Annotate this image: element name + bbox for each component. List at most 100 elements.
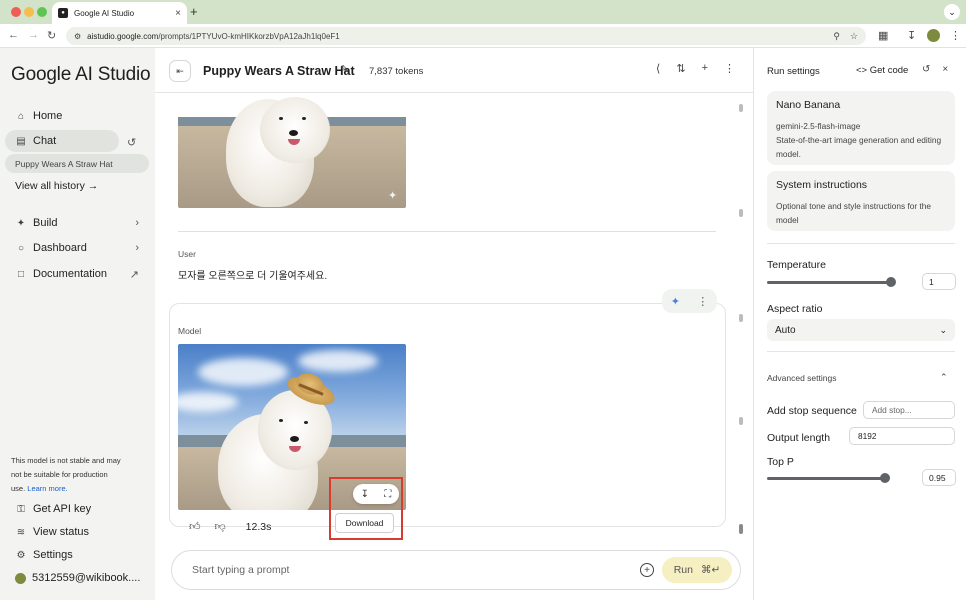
left-sidebar: Google AI Studio ⌂ Home ▤ Chat ↺ Puppy W… xyxy=(0,48,155,600)
close-panel-icon[interactable]: × xyxy=(942,64,948,75)
aspect-ratio-select[interactable]: Auto ⌄ xyxy=(767,319,955,341)
chevron-right-icon: › xyxy=(135,217,139,229)
tab-search-chevron-icon[interactable]: ⌄ xyxy=(944,4,960,20)
thumbs-up-icon[interactable]: 👍︎ xyxy=(189,520,201,533)
divider xyxy=(767,243,955,244)
prompt-input[interactable] xyxy=(192,564,612,576)
model-id: gemini-2.5-flash-image xyxy=(776,121,861,131)
system-instructions-card[interactable]: System instructions Optional tone and st… xyxy=(767,171,955,231)
dog-eye xyxy=(279,117,283,120)
minimize-window-button[interactable] xyxy=(24,7,34,17)
reset-icon[interactable]: ↺ xyxy=(922,64,930,75)
model-selector-card[interactable]: Nano Banana gemini-2.5-flash-image State… xyxy=(767,91,955,165)
system-instructions-title: System instructions xyxy=(776,179,868,191)
brand-logo[interactable]: Google AI Studio xyxy=(11,64,151,86)
get-code-button[interactable]: <> Get code xyxy=(856,65,908,76)
compare-icon[interactable]: ⇅ xyxy=(676,62,685,75)
sidebar-item-api-key[interactable]: ⚿ Get API key xyxy=(5,498,149,520)
model-role-label: Model xyxy=(178,326,202,336)
share-icon[interactable]: ⟨ xyxy=(656,62,660,75)
new-tab-icon[interactable]: + xyxy=(190,4,198,19)
toggle-sidebar-button[interactable]: ⇤ xyxy=(169,60,191,82)
top-p-slider[interactable] xyxy=(767,477,885,480)
advanced-settings-toggle[interactable]: Advanced settings xyxy=(767,373,836,383)
forward-arrow-icon[interactable]: → xyxy=(28,29,39,41)
site-settings-icon[interactable]: ⚙ xyxy=(74,32,81,41)
top-p-slider-handle[interactable] xyxy=(880,473,890,483)
header-actions: ⟨ ⇅ + ⋮ xyxy=(656,62,735,75)
url-domain: aistudio.google.com xyxy=(87,31,159,41)
stop-sequence-label: Add stop sequence xyxy=(767,405,857,417)
edit-pencil-icon[interactable]: ✎ xyxy=(340,63,349,76)
home-icon: ⌂ xyxy=(17,110,25,122)
back-arrow-icon[interactable]: ← xyxy=(8,29,19,41)
document-icon: □ xyxy=(17,268,25,280)
image-cloud xyxy=(198,358,288,386)
message-divider xyxy=(178,231,716,232)
settings-gear-icon: ⚙ xyxy=(16,549,26,561)
browser-menu-icon[interactable]: ⋮ xyxy=(950,29,961,42)
stop-sequence-input[interactable]: Add stop... xyxy=(863,401,955,419)
browser-tab[interactable]: ● Google AI Studio × xyxy=(52,2,187,24)
system-instructions-desc: Optional tone and style instructions for… xyxy=(776,201,931,225)
chevron-down-icon: ⌄ xyxy=(939,324,947,335)
token-count: 7,837 tokens xyxy=(369,66,424,77)
history-item-puppy[interactable]: Puppy Wears A Straw Hat xyxy=(5,154,149,173)
code-brackets-icon: <> xyxy=(856,65,868,76)
url-field[interactable]: ⚙ aistudio.google.com/prompts/1PTYUvO-km… xyxy=(66,27,866,45)
sidebar-item-settings[interactable]: ⚙ Settings xyxy=(5,544,149,566)
aspect-ratio-label: Aspect ratio xyxy=(767,303,823,315)
sidebar-item-account[interactable]: 5312559@wikibook.... xyxy=(5,567,149,589)
temperature-slider-handle[interactable] xyxy=(886,277,896,287)
generated-image-previous[interactable]: ✦ xyxy=(178,97,406,208)
maximize-window-button[interactable] xyxy=(37,7,47,17)
chevron-up-icon[interactable]: ⌃ xyxy=(940,372,948,383)
sidebar-item-dashboard[interactable]: ○ Dashboard › xyxy=(5,237,149,259)
image-cloud xyxy=(298,350,378,372)
learn-more-link[interactable]: Learn more. xyxy=(27,484,67,493)
run-button[interactable]: Run ⌘↵ xyxy=(662,557,732,583)
new-chat-plus-icon[interactable]: + xyxy=(702,62,708,75)
thumbs-down-icon[interactable]: 👎︎ xyxy=(215,520,226,533)
bookmark-star-icon[interactable]: ☆ xyxy=(850,31,858,42)
scroll-marker[interactable] xyxy=(739,104,743,112)
sidebar-item-view-status[interactable]: ≋ View status xyxy=(5,521,149,543)
prompt-bar: + Run ⌘↵ xyxy=(171,550,741,590)
output-length-input[interactable]: 8192 xyxy=(849,427,955,445)
sidebar-item-label: Chat xyxy=(33,135,57,147)
browser-profile-avatar[interactable] xyxy=(927,29,940,42)
sidebar-item-documentation[interactable]: □ Documentation ↗ xyxy=(5,263,149,285)
view-all-history-link[interactable]: View all history → xyxy=(15,180,98,192)
close-window-button[interactable] xyxy=(11,7,21,17)
chat-scrollbar[interactable] xyxy=(739,104,743,536)
response-more-icon[interactable]: ⋮ xyxy=(697,295,708,308)
sidebar-item-chat[interactable]: ▤ Chat xyxy=(5,130,119,152)
run-label: Run xyxy=(673,564,693,576)
close-tab-icon[interactable]: × xyxy=(175,8,181,19)
sidebar-item-build[interactable]: ✦ Build › xyxy=(5,212,149,234)
top-p-input[interactable]: 0.95 xyxy=(922,469,956,486)
page-title[interactable]: Puppy Wears A Straw Hat xyxy=(203,64,355,78)
extensions-puzzle-icon[interactable]: ▦ xyxy=(878,29,888,42)
zoom-icon[interactable]: ⚲ xyxy=(833,31,840,42)
response-feedback: 👍︎ 👎︎ 12.3s xyxy=(189,520,271,534)
add-media-button[interactable]: + xyxy=(640,563,654,577)
sidebar-item-label: View status xyxy=(33,526,90,538)
more-options-icon[interactable]: ⋮ xyxy=(724,62,735,75)
sidebar-item-home[interactable]: ⌂ Home xyxy=(5,105,149,127)
response-actions: ✦ ⋮ xyxy=(662,289,717,313)
scroll-marker[interactable] xyxy=(739,209,743,217)
scroll-marker[interactable] xyxy=(739,417,743,425)
history-icon[interactable]: ↺ xyxy=(127,136,136,149)
temperature-slider[interactable] xyxy=(767,281,891,284)
scroll-thumb[interactable] xyxy=(739,524,743,534)
aspect-ratio-value: Auto xyxy=(775,324,796,336)
highlight-box xyxy=(329,477,403,540)
reload-icon[interactable]: ↻ xyxy=(47,29,56,42)
rerun-sparkle-icon[interactable]: ✦ xyxy=(671,295,680,308)
chat-main-area: ⇤ Puppy Wears A Straw Hat ✎ 7,837 tokens… xyxy=(155,48,753,600)
scroll-marker[interactable] xyxy=(739,314,743,322)
temperature-input[interactable]: 1 xyxy=(922,273,956,290)
tab-title: Google AI Studio xyxy=(74,8,135,18)
downloads-icon[interactable]: ↧ xyxy=(907,29,916,42)
